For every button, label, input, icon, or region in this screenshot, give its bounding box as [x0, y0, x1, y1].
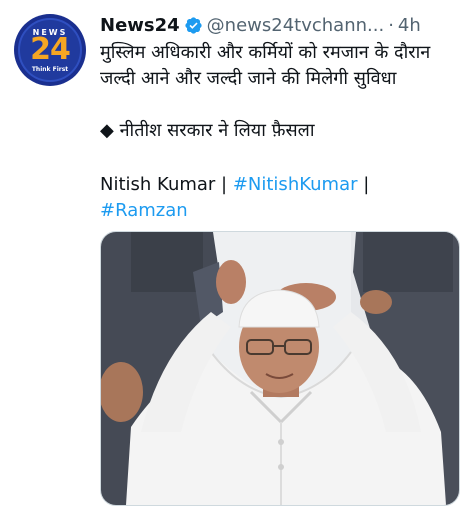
avatar-text-tagline: Think First [31, 66, 69, 73]
mention-text: Nitish Kumar | [100, 174, 233, 195]
tweet-line-2: जल्दी आने और जल्दी जाने की मिलेगी सुविधा [100, 68, 397, 89]
header-separator: · [388, 14, 394, 36]
tweet-media-image[interactable] [100, 231, 460, 506]
avatar-text-24: 24 [30, 32, 71, 67]
tweet-line-1: मुस्लिम अधिकारी और कर्मियों को रमजान के … [100, 42, 431, 63]
photo-illustration [101, 232, 459, 505]
account-handle[interactable]: @news24tvchann... [207, 15, 385, 36]
tag-separator: | [357, 174, 370, 195]
tweet-timestamp[interactable]: 4h [398, 15, 421, 36]
tweet-avatar[interactable]: NEWS 24 Think First [14, 14, 86, 86]
tweet-tags: Nitish Kumar | #NitishKumar | #Ramzan [100, 172, 369, 224]
verified-badge-icon [185, 16, 202, 34]
account-name[interactable]: News24 [100, 15, 180, 36]
tweet-text: मुस्लिम अधिकारी और कर्मियों को रमजान के … [100, 40, 460, 144]
tweet-bullet-line: ◆ नीतीश सरकार ने लिया फ़ैसला [100, 120, 315, 141]
hashtag-ramzan[interactable]: #Ramzan [100, 200, 188, 221]
hashtag-nitishkumar[interactable]: #NitishKumar [233, 174, 358, 195]
tweet-header: News24 @news24tvchann... · 4h [100, 12, 421, 38]
